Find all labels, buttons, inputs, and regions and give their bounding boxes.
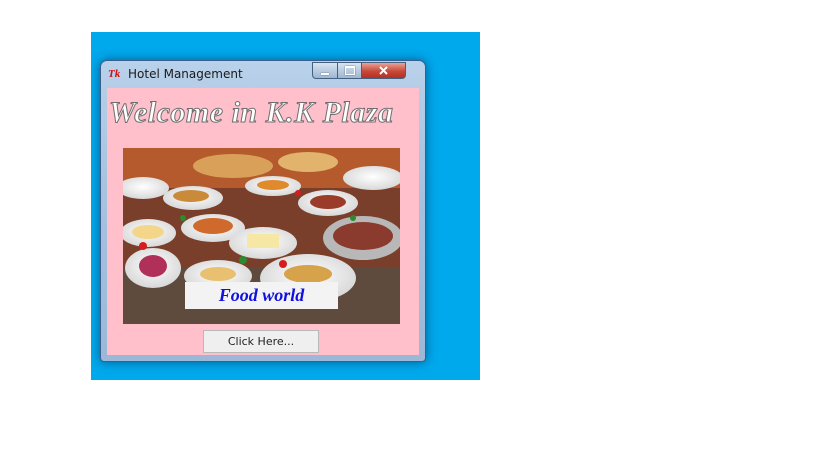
desktop-background: Tk Hotel Management Welcome in K.K Plaza	[91, 32, 480, 380]
minimize-button[interactable]	[312, 62, 338, 79]
maximize-icon	[344, 66, 355, 75]
window-title: Hotel Management	[128, 67, 243, 81]
close-icon	[379, 66, 388, 75]
welcome-heading: Welcome in K.K Plaza	[109, 96, 394, 130]
click-here-button[interactable]: Click Here...	[203, 330, 319, 353]
food-world-label: Food world	[185, 282, 338, 309]
minimize-icon	[321, 72, 329, 75]
maximize-button[interactable]	[337, 62, 362, 79]
window-client-area: Welcome in K.K Plaza Food world Click He…	[107, 88, 419, 355]
title-bar[interactable]: Tk Hotel Management	[101, 61, 425, 88]
tk-app-icon: Tk	[108, 68, 121, 80]
close-button[interactable]	[361, 62, 406, 79]
hotel-management-window: Tk Hotel Management Welcome in K.K Plaza	[100, 60, 426, 362]
